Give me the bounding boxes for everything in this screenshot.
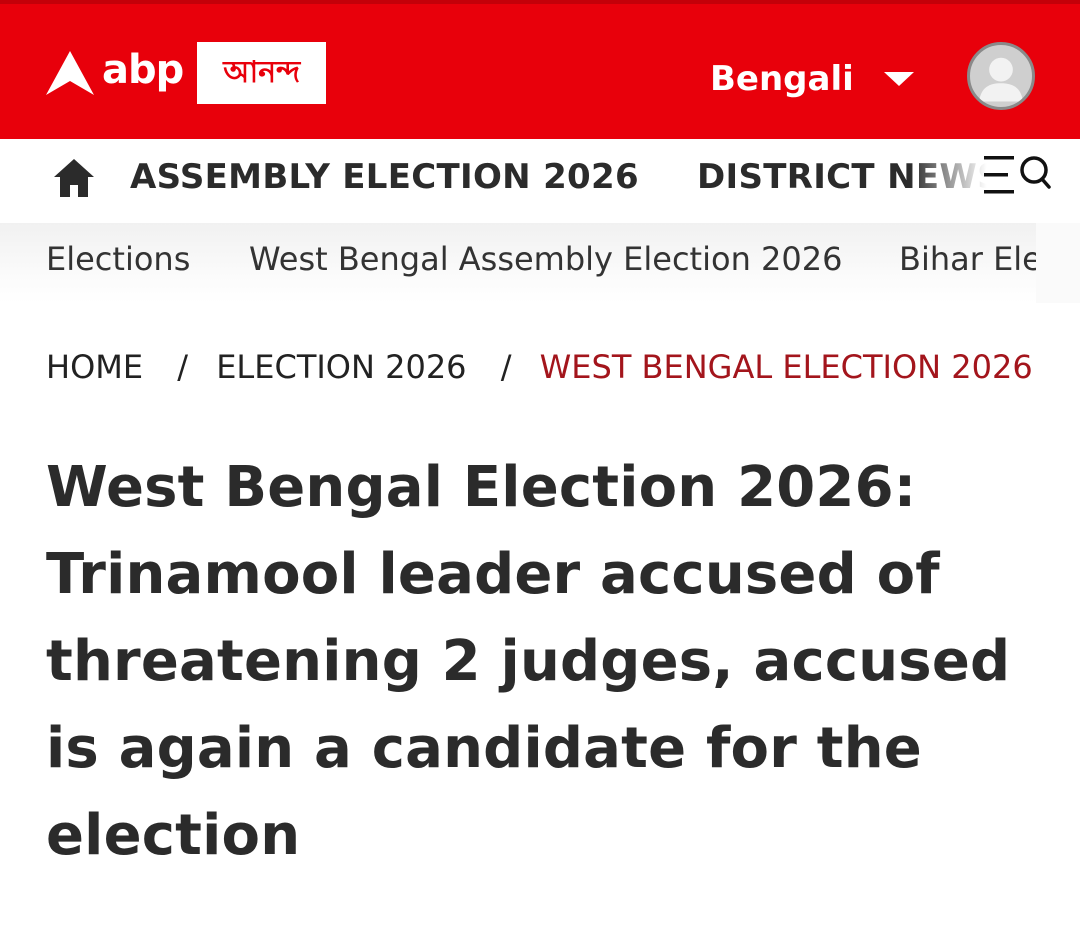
menu-icon	[984, 156, 1014, 194]
article-headline: West Bengal Election 2026: Trinamool lea…	[46, 455, 1011, 868]
abp-ananda-logo[interactable]: abp আনন্দ	[44, 40, 327, 106]
subnav-item-elections[interactable]: Elections	[46, 239, 190, 279]
top-header: abp আনন্দ Bengali	[0, 0, 1080, 139]
home-icon[interactable]	[52, 157, 96, 199]
breadcrumb-home[interactable]: HOME	[46, 346, 143, 388]
abp-logo-mark-icon	[46, 51, 94, 95]
main-nav: ASSEMBLY ELECTION 2026 DISTRICT NEWS	[0, 139, 1080, 223]
search-icon	[1020, 156, 1051, 189]
language-label: Bengali	[710, 59, 854, 99]
chevron-down-icon	[883, 72, 914, 86]
user-icon	[979, 57, 1023, 102]
user-avatar[interactable]	[967, 42, 1035, 110]
subnav-clip	[1036, 223, 1080, 303]
breadcrumb-current: WEST BENGAL ELECTION 2026:…	[539, 348, 1036, 386]
logo-badge-text: আনন্দ	[223, 55, 301, 90]
logo-badge: আনন্দ	[197, 42, 327, 104]
breadcrumb-separator: /	[500, 348, 512, 386]
logo-text: abp	[102, 47, 184, 93]
subnav-item-wb-assembly-election[interactable]: West Bengal Assembly Election 2026	[249, 239, 842, 279]
breadcrumb: HOME / ELECTION 2026 / WEST BENGAL ELECT…	[46, 346, 1036, 388]
nav-item-assembly-election[interactable]: ASSEMBLY ELECTION 2026	[130, 157, 639, 197]
subnav-item-bihar-election[interactable]: Bihar Ele	[899, 239, 1042, 279]
language-selector[interactable]: Bengali	[710, 54, 914, 104]
breadcrumb-election-2026[interactable]: ELECTION 2026	[216, 346, 466, 388]
sub-nav: Elections West Bengal Assembly Election …	[0, 223, 1080, 303]
menu-search-button[interactable]	[982, 150, 1054, 200]
breadcrumb-separator: /	[177, 348, 189, 386]
